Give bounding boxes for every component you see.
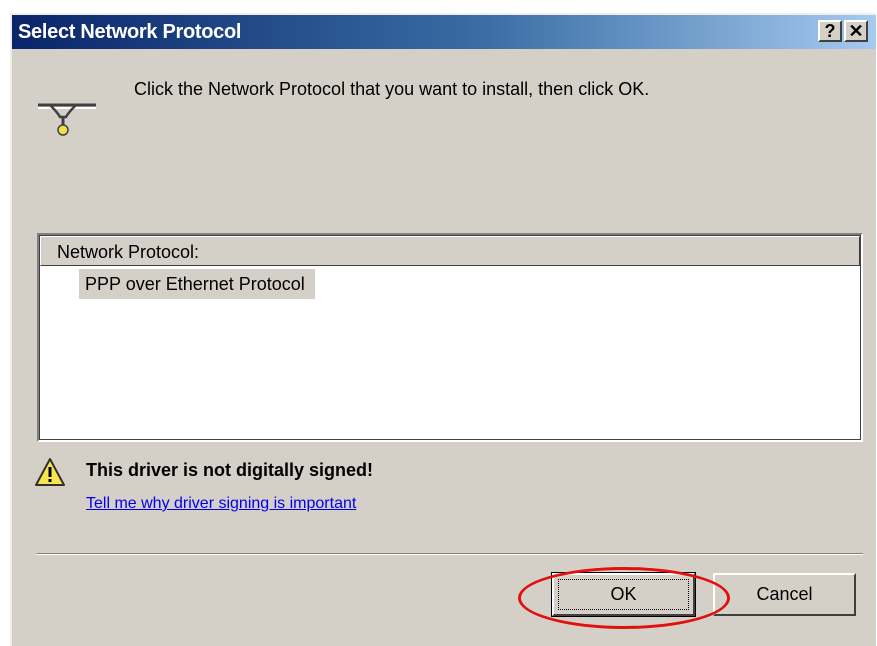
list-column-header[interactable]: Network Protocol: (40, 236, 860, 266)
ok-button-label: OK (558, 579, 689, 610)
select-network-protocol-dialog: Select Network Protocol ? ✕ Click the Ne… (10, 13, 876, 646)
cancel-button[interactable]: Cancel (713, 573, 856, 616)
instruction-text: Click the Network Protocol that you want… (134, 79, 650, 99)
warning-icon (35, 458, 65, 486)
title-bar[interactable]: Select Network Protocol ? ✕ (12, 15, 876, 49)
separator (37, 553, 863, 555)
driver-signing-link[interactable]: Tell me why driver signing is important (86, 495, 356, 513)
network-protocol-icon (38, 103, 96, 136)
list-header-label: Network Protocol: (57, 242, 200, 262)
window-title: Select Network Protocol (18, 21, 242, 43)
network-protocol-list[interactable]: Network Protocol: PPP over Ethernet Prot… (37, 233, 863, 442)
unsigned-driver-warning: This driver is not digitally signed! (86, 460, 374, 480)
list-item-pppoe[interactable]: PPP over Ethernet Protocol (79, 269, 315, 299)
close-button[interactable]: ✕ (844, 20, 868, 42)
help-button[interactable]: ? (818, 20, 842, 42)
ok-button[interactable]: OK (551, 572, 696, 617)
